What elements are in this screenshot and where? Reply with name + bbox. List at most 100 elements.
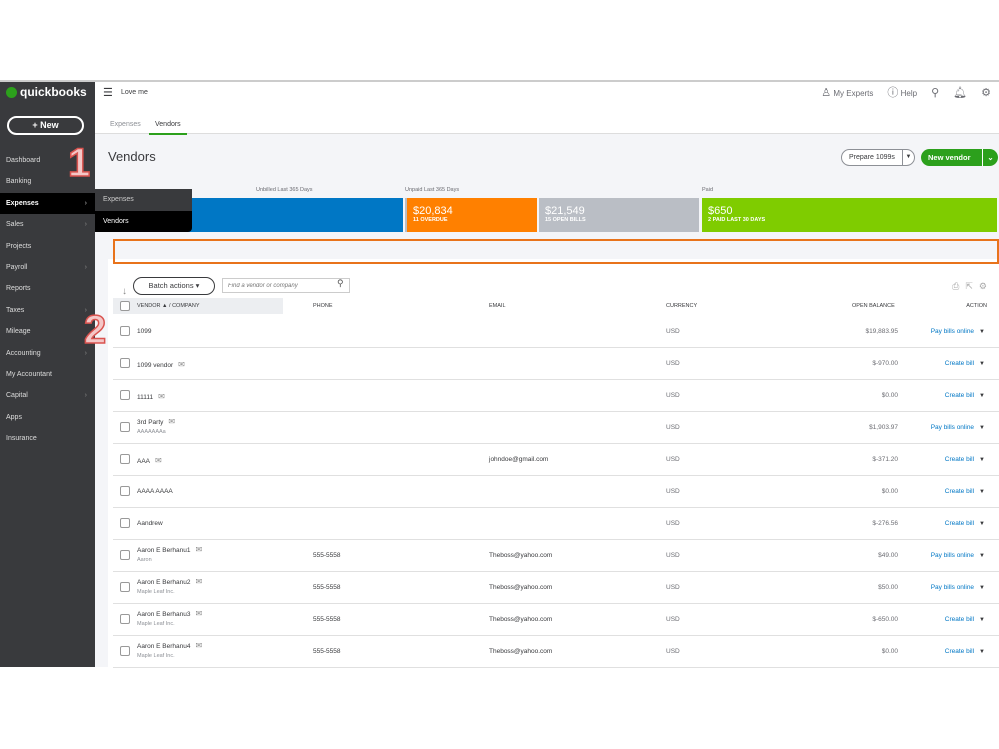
- overdue-segment[interactable]: $20,834 11 OVERDUE: [407, 198, 537, 232]
- caret-down-icon[interactable]: ▼: [979, 521, 985, 527]
- select-all-checkbox[interactable]: [120, 301, 130, 311]
- mail-icon[interactable]: ✉: [195, 577, 202, 586]
- column-vendor[interactable]: VENDOR ▲ / COMPANY: [113, 298, 283, 314]
- action-button[interactable]: Create bill ▼: [945, 392, 985, 399]
- row-checkbox[interactable]: [120, 358, 130, 368]
- gear-icon[interactable]: ⚙: [981, 86, 991, 99]
- caret-down-icon[interactable]: ▼: [979, 457, 985, 463]
- row-checkbox[interactable]: [120, 614, 130, 624]
- mail-icon[interactable]: ✉: [155, 456, 162, 465]
- action-button[interactable]: Pay bills online ▼: [931, 552, 985, 559]
- sidebar-item-my-accountant[interactable]: My Accountant: [0, 364, 95, 385]
- column-email[interactable]: EMAIL: [489, 298, 506, 314]
- vendor-name[interactable]: 3rd Party: [137, 419, 163, 426]
- sidebar-item-expenses[interactable]: Expenses ›: [0, 192, 95, 215]
- new-vendor-button[interactable]: New vendor ⌄: [921, 149, 998, 166]
- caret-down-icon[interactable]: ▼: [979, 425, 985, 431]
- flyout-item-vendors[interactable]: Vendors: [95, 211, 192, 233]
- row-checkbox[interactable]: [120, 390, 130, 400]
- sidebar-item-insurance[interactable]: Insurance: [0, 428, 95, 449]
- caret-down-icon[interactable]: ▼: [979, 329, 985, 335]
- action-button[interactable]: Create bill ▼: [945, 648, 985, 655]
- settings-gear-icon[interactable]: ⚙: [979, 281, 987, 292]
- mail-icon[interactable]: ✉: [178, 360, 185, 369]
- table-row[interactable]: Aaron E Berhanu4 ✉ Maple Leaf Inc. 555-555…: [113, 636, 999, 668]
- action-button[interactable]: Pay bills online ▼: [931, 328, 985, 335]
- row-checkbox[interactable]: [120, 550, 130, 560]
- table-row[interactable]: Aaron E Berhanu2 ✉ Maple Leaf Inc. 555-555…: [113, 572, 999, 604]
- action-button[interactable]: Pay bills online ▼: [931, 584, 985, 591]
- table-row[interactable]: 11111 ✉ USD $0.00 Create bill ▼: [113, 380, 999, 412]
- action-button[interactable]: Pay bills online ▼: [931, 424, 985, 431]
- table-row[interactable]: Aaron E Berhanu1 ✉ Aaron 555-5558 Theboss@…: [113, 540, 999, 572]
- hamburger-menu-icon[interactable]: ☰: [103, 86, 113, 99]
- action-button[interactable]: Create bill ▼: [945, 360, 985, 367]
- vendor-name[interactable]: Aaron E Berhanu1: [137, 547, 190, 554]
- chevron-down-icon[interactable]: ⌄: [982, 149, 998, 166]
- print-icon[interactable]: ⎙: [952, 281, 959, 292]
- row-checkbox[interactable]: [120, 582, 130, 592]
- vendor-name[interactable]: Aaron E Berhanu2: [137, 579, 190, 586]
- prepare-1099s-button[interactable]: Prepare 1099s ▼: [841, 149, 915, 166]
- quickbooks-logo[interactable]: quickbooks: [6, 85, 87, 99]
- sidebar-item-projects[interactable]: Projects: [0, 236, 95, 257]
- vendor-name[interactable]: Aaron E Berhanu4: [137, 643, 190, 650]
- table-row[interactable]: AAAA AAAA USD $0.00 Create bill ▼: [113, 476, 999, 508]
- table-row[interactable]: 1099 vendor ✉ USD $-970.00 Create bill ▼: [113, 348, 999, 380]
- caret-down-icon[interactable]: ▼: [979, 617, 985, 623]
- mail-icon[interactable]: ✉: [195, 609, 202, 618]
- sidebar-item-payroll[interactable]: Payroll ›: [0, 257, 95, 278]
- my-experts-button[interactable]: ♙ My Experts: [821, 86, 873, 99]
- sidebar-item-reports[interactable]: Reports: [0, 278, 95, 299]
- mail-icon[interactable]: ✉: [195, 545, 202, 554]
- vendor-name[interactable]: 11111: [137, 394, 153, 401]
- vendor-name[interactable]: 1099 vendor: [137, 362, 173, 369]
- vendor-name[interactable]: AAAA AAAA: [137, 488, 173, 495]
- batch-actions-button[interactable]: Batch actions ▾: [133, 277, 215, 295]
- caret-down-icon[interactable]: ▼: [979, 585, 985, 591]
- caret-down-icon[interactable]: ▼: [979, 489, 985, 495]
- sort-arrow-icon[interactable]: ↓: [122, 286, 127, 297]
- vendor-search-input[interactable]: [222, 278, 350, 293]
- tab-expenses[interactable]: Expenses: [110, 121, 141, 128]
- row-checkbox[interactable]: [120, 454, 130, 464]
- table-row[interactable]: 3rd Party ✉ AAAAAAAa USD $1,903.97 Pay bil…: [113, 412, 999, 444]
- row-checkbox[interactable]: [120, 486, 130, 496]
- vendor-name[interactable]: Aaron E Berhanu3: [137, 611, 190, 618]
- search-icon[interactable]: ⚲: [337, 278, 344, 289]
- table-row[interactable]: AAA ✉ johndoe@gmail.com USD $-371.20 Crea…: [113, 444, 999, 476]
- caret-down-icon[interactable]: ▼: [979, 393, 985, 399]
- sidebar-item-mileage[interactable]: Mileage: [0, 321, 95, 342]
- vendor-name[interactable]: 1099: [137, 328, 151, 335]
- flyout-item-expenses[interactable]: Expenses: [95, 189, 192, 211]
- row-checkbox[interactable]: [120, 646, 130, 656]
- column-currency[interactable]: CURRENCY: [666, 298, 697, 314]
- action-button[interactable]: Create bill ▼: [945, 520, 985, 527]
- search-icon[interactable]: ⚲: [931, 86, 939, 99]
- action-button[interactable]: Create bill ▼: [945, 456, 985, 463]
- sidebar-item-capital[interactable]: Capital ›: [0, 385, 95, 406]
- caret-down-icon[interactable]: ▼: [902, 150, 914, 165]
- sidebar-item-accounting[interactable]: Accounting ›: [0, 343, 95, 364]
- row-checkbox[interactable]: [120, 326, 130, 336]
- caret-down-icon[interactable]: ▼: [979, 361, 985, 367]
- sidebar-item-taxes[interactable]: Taxes ›: [0, 300, 95, 321]
- action-button[interactable]: Create bill ▼: [945, 488, 985, 495]
- help-button[interactable]: ⓘ Help: [887, 84, 917, 100]
- mail-icon[interactable]: ✉: [168, 417, 175, 426]
- column-open-balance[interactable]: OPEN BALANCE: [852, 298, 895, 314]
- caret-down-icon[interactable]: ▼: [979, 553, 985, 559]
- sidebar-item-sales[interactable]: Sales ›: [0, 214, 95, 235]
- column-phone[interactable]: PHONE: [313, 298, 333, 314]
- tab-vendors[interactable]: Vendors: [149, 121, 187, 135]
- table-row[interactable]: Aaron E Berhanu3 ✉ Maple Leaf Inc. 555-555…: [113, 604, 999, 636]
- open-bills-segment[interactable]: $21,549 15 OPEN BILLS: [539, 198, 699, 232]
- sidebar-item-apps[interactable]: Apps: [0, 407, 95, 428]
- vendor-name[interactable]: Aandrew: [137, 520, 163, 527]
- new-button[interactable]: + New: [7, 116, 84, 135]
- caret-down-icon[interactable]: ▼: [979, 649, 985, 655]
- table-row[interactable]: Aandrew USD $-276.56 Create bill ▼: [113, 508, 999, 540]
- mail-icon[interactable]: ✉: [195, 641, 202, 650]
- mail-icon[interactable]: ✉: [158, 392, 165, 401]
- vendor-name[interactable]: AAA: [137, 458, 150, 465]
